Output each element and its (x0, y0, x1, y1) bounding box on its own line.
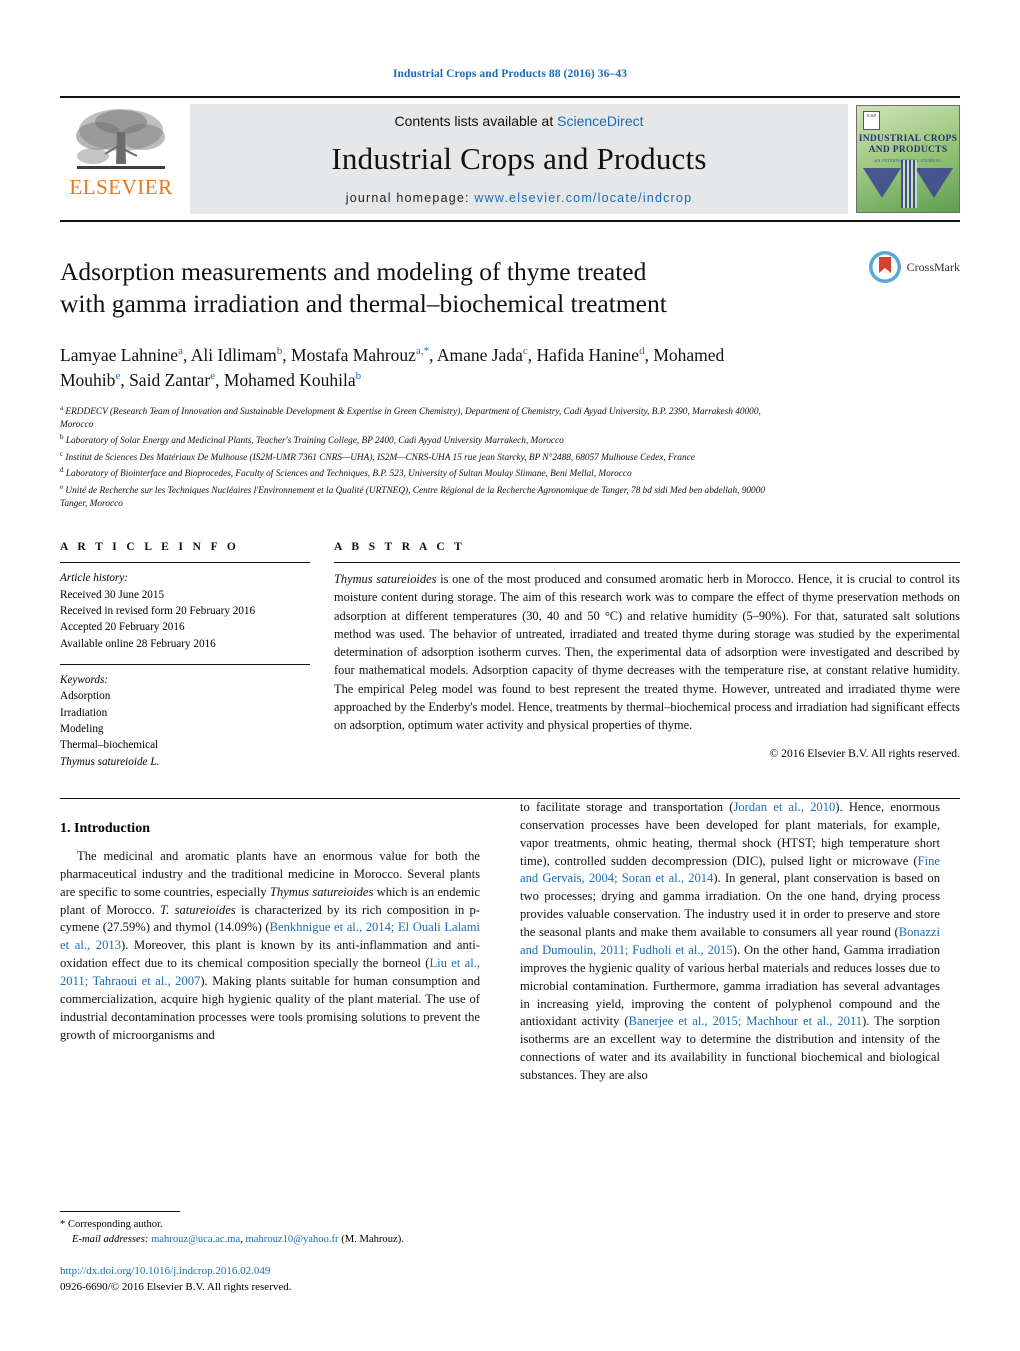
article-info-column: A R T I C L E I N F O Article history: R… (60, 541, 310, 770)
keyword-item: Thymus satureioide L. (60, 755, 160, 768)
crossmark-icon (868, 251, 901, 283)
email-link-1[interactable]: mahrouz@uca.ac.ma (151, 1234, 240, 1245)
author-list: Lamyae Lahninea, Ali Idlimamb, Mostafa M… (60, 345, 725, 391)
email-comma: , (240, 1234, 243, 1246)
cover-triangle-left (863, 168, 901, 198)
intro-paragraph-left: The medicinal and aromatic plants have a… (60, 848, 481, 1042)
corresponding-author-note: * Corresponding author. E-mail addresses… (60, 1217, 480, 1247)
history-item: Accepted 20 February 2016 (60, 621, 185, 634)
page-title: Adsorption measurements and modeling of … (60, 257, 667, 319)
history-item: Available online 28 February 2016 (60, 637, 216, 650)
corresponding-author-line: * Corresponding author. (60, 1217, 480, 1232)
elsevier-tree-icon (76, 109, 165, 169)
intro-paragraph-right: to facilitate storage and transportation… (520, 799, 940, 1083)
contents-prefix: Contents lists available at (394, 113, 558, 129)
keywords-label: Keywords: (60, 673, 109, 686)
abstract-rule (334, 562, 960, 564)
homepage-prefix: journal homepage: (345, 191, 470, 205)
journal-title: Industrial Crops and Products (331, 141, 707, 176)
doi-link[interactable]: http://dx.doi.org/10.1016/j.indcrop.2016… (60, 1264, 480, 1280)
keyword-item: Adsorption (60, 690, 111, 703)
crossmark-label: CrossMark (906, 259, 960, 274)
abstract-text: Thymus satureioides is one of the most p… (334, 570, 960, 734)
email-line: E-mail addresses: mahrouz@uca.ac.ma, mah… (60, 1232, 480, 1247)
elsevier-logo: ELSEVIER (60, 98, 182, 220)
body-column-right: to facilitate storage and transportation… (520, 799, 940, 1085)
cover-badge-icon: IC&P (863, 111, 880, 130)
info-abstract-row: A R T I C L E I N F O Article history: R… (60, 541, 960, 770)
history-item: Received in revised form 20 February 201… (60, 604, 256, 617)
email-label: E-mail addresses: (72, 1234, 149, 1246)
keyword-item: Modeling (60, 722, 104, 735)
body-column-left: 1. Introduction The medicinal and aromat… (60, 799, 480, 1085)
cover-column-motif (901, 160, 917, 208)
affiliation-item: b Laboratory of Solar Energy and Medicin… (60, 433, 564, 447)
keywords-block: Keywords: Adsorption Irradiation Modelin… (60, 672, 310, 770)
keyword-item: Thermal–biochemical (60, 739, 159, 752)
running-head: Industrial Crops and Products 88 (2016) … (392, 68, 628, 80)
footnote-rule (60, 1211, 180, 1213)
corresponding-marker: * (60, 1219, 66, 1231)
abstract-copyright: © 2016 Elsevier B.V. All rights reserved… (769, 747, 960, 761)
article-page: Industrial Crops and Products 88 (2016) … (0, 0, 1020, 1351)
doi-block: http://dx.doi.org/10.1016/j.indcrop.2016… (60, 1264, 480, 1296)
cover-title: INDUSTRIAL CROPS AND PRODUCTS (857, 134, 959, 156)
journal-masthead: ELSEVIER Contents lists available at Sci… (60, 96, 960, 222)
article-info-rule (60, 562, 310, 564)
email-suffix: (M. Mahrouz). (341, 1234, 404, 1246)
history-item: Received 30 June 2015 (60, 588, 165, 601)
abstract-species-name: Thymus satureioides (334, 572, 437, 587)
article-info-heading: A R T I C L E I N F O (60, 541, 240, 554)
affiliation-item: d Laboratory of Biointerface and Bioproc… (60, 466, 632, 480)
corresponding-text: Corresponding author. (67, 1219, 163, 1231)
journal-band: Contents lists available at ScienceDirec… (190, 104, 848, 214)
affiliation-item: e Unité de Recherche sur les Techniques … (60, 482, 765, 509)
contents-line: Contents lists available at ScienceDirec… (394, 113, 643, 129)
abstract-heading: A B S T R A C T (334, 541, 466, 554)
crossmark-badge[interactable]: CrossMark (868, 250, 960, 284)
abstract-column: A B S T R A C T Thymus satureioides is o… (334, 541, 960, 770)
affiliation-item: a ERDDECV (Research Team of Innovation a… (60, 403, 761, 431)
abstract-body: is one of the most produced and consumed… (334, 572, 960, 733)
email-link-2[interactable]: mahrouz10@yahoo.fr (246, 1234, 339, 1245)
section-heading-introduction: 1. Introduction (60, 820, 150, 836)
title-block: Adsorption measurements and modeling of … (60, 251, 960, 326)
cover-title-line1: INDUSTRIAL CROPS (858, 134, 958, 144)
journal-homepage-line: journal homepage: www.elsevier.com/locat… (346, 191, 692, 205)
body-columns: 1. Introduction The medicinal and aromat… (60, 799, 960, 1085)
elsevier-wordmark: ELSEVIER (69, 175, 173, 199)
cover-title-line2: AND PRODUCTS (868, 144, 948, 155)
cover-triangle-right (915, 168, 953, 198)
affiliation-list: a ERDDECV (Research Team of Innovation a… (60, 403, 780, 511)
sciencedirect-link[interactable]: ScienceDirect (557, 113, 643, 129)
keyword-item: Irradiation (60, 706, 108, 719)
homepage-url-link[interactable]: www.elsevier.com/locate/indcrop (474, 191, 692, 205)
keywords-rule (60, 663, 310, 665)
article-history-label: Article history: (60, 572, 129, 585)
affiliation-item: c Institut de Sciences Des Matériaux De … (60, 449, 695, 463)
issn-copyright-line: 0926-6690/© 2016 Elsevier B.V. All right… (60, 1281, 292, 1294)
footnote-area: * Corresponding author. E-mail addresses… (60, 1211, 480, 1296)
article-history: Article history: Received 30 June 2015 R… (60, 570, 310, 652)
journal-cover-thumbnail: IC&P INDUSTRIAL CROPS AND PRODUCTS AN IN… (856, 105, 960, 213)
